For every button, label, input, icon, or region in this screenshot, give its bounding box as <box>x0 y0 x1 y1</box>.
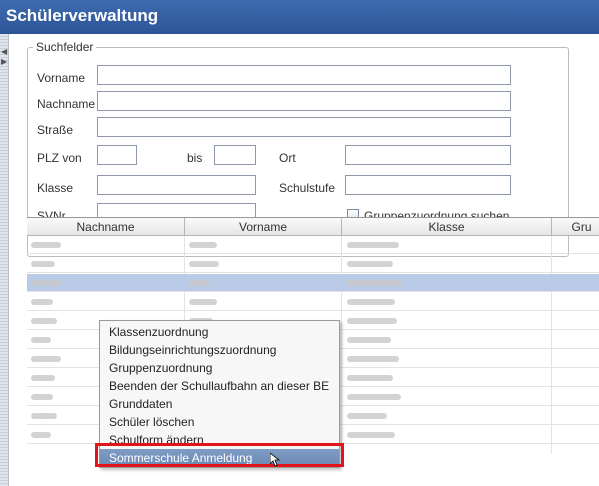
search-legend: Suchfelder <box>33 40 97 54</box>
redacted-cell <box>347 375 393 381</box>
ort-input[interactable] <box>345 145 511 165</box>
redacted-cell <box>347 242 399 248</box>
klasse-label: Klasse <box>37 181 74 195</box>
redacted-cell <box>189 242 217 248</box>
vorname-input[interactable] <box>97 65 511 85</box>
redacted-cell <box>31 375 55 381</box>
title-bar: Schülerverwaltung <box>0 0 599 34</box>
menu-item-bildungseinrichtungszuordnung[interactable]: Bildungseinrichtungszuordnung <box>100 341 339 359</box>
window-title: Schülerverwaltung <box>6 6 159 25</box>
collapse-strip[interactable]: ◀ ▶ <box>0 34 9 486</box>
context-menu: Klassenzuordnung Bildungseinrichtungszuo… <box>99 320 340 468</box>
column-header-vorname[interactable]: Vorname <box>185 218 342 236</box>
plz-bis-input[interactable] <box>214 145 256 165</box>
redacted-cell <box>31 261 55 267</box>
schulstufe-input[interactable] <box>345 175 511 195</box>
collapse-left-icon[interactable]: ◀ <box>1 48 7 56</box>
redacted-cell <box>347 413 387 419</box>
plz-bis-label: bis <box>187 151 203 165</box>
schulstufe-label: Schulstufe <box>279 181 336 195</box>
redacted-cell <box>189 280 209 286</box>
redacted-cell <box>347 299 395 305</box>
plz-von-label: PLZ von <box>37 151 82 165</box>
redacted-cell <box>31 394 53 400</box>
redacted-cell <box>31 318 57 324</box>
redacted-cell <box>347 394 401 400</box>
redacted-cell <box>31 299 53 305</box>
redacted-cell <box>31 413 57 419</box>
menu-item-gruppenzuordnung[interactable]: Gruppenzuordnung <box>100 359 339 377</box>
redacted-cell <box>189 261 219 267</box>
redacted-cell <box>31 242 61 248</box>
redacted-cell <box>347 337 391 343</box>
redacted-cell <box>347 261 393 267</box>
table-row[interactable] <box>27 293 599 311</box>
redacted-cell <box>31 337 51 343</box>
column-header-nachname[interactable]: Nachname <box>27 218 185 236</box>
redacted-cell <box>31 356 61 362</box>
menu-item-beenden-schullaufbahn[interactable]: Beenden der Schullaufbahn an dieser BE <box>100 377 339 395</box>
menu-item-schueler-loeschen[interactable]: Schüler löschen <box>100 413 339 431</box>
nachname-input[interactable] <box>97 91 511 111</box>
menu-item-sommerschule-anmeldung[interactable]: Sommerschule Anmeldung <box>100 449 339 467</box>
redacted-cell <box>347 356 399 362</box>
menu-item-grunddaten[interactable]: Grunddaten <box>100 395 339 413</box>
redacted-cell <box>31 280 61 286</box>
table-row[interactable] <box>27 236 599 254</box>
redacted-cell <box>347 432 395 438</box>
nachname-label: Nachname <box>37 97 96 111</box>
strasse-label: Straße <box>37 123 74 137</box>
plz-von-input[interactable] <box>97 145 137 165</box>
table-row[interactable] <box>27 255 599 273</box>
expand-right-icon[interactable]: ▶ <box>1 58 7 66</box>
menu-item-schulform-aendern[interactable]: Schulform ändern <box>100 431 339 449</box>
mouse-cursor-icon <box>270 453 280 467</box>
redacted-cell <box>347 318 397 324</box>
ort-label: Ort <box>279 151 296 165</box>
redacted-cell <box>189 299 217 305</box>
vorname-label: Vorname <box>37 71 86 85</box>
redacted-cell <box>347 280 402 286</box>
klasse-input[interactable] <box>97 175 256 195</box>
column-header-klasse[interactable]: Klasse <box>342 218 552 236</box>
table-row[interactable] <box>27 274 599 292</box>
column-header-gruppe[interactable]: Gru <box>552 218 599 236</box>
menu-item-klassenzuordnung[interactable]: Klassenzuordnung <box>100 323 339 341</box>
strasse-input[interactable] <box>97 117 511 137</box>
redacted-cell <box>31 432 51 438</box>
